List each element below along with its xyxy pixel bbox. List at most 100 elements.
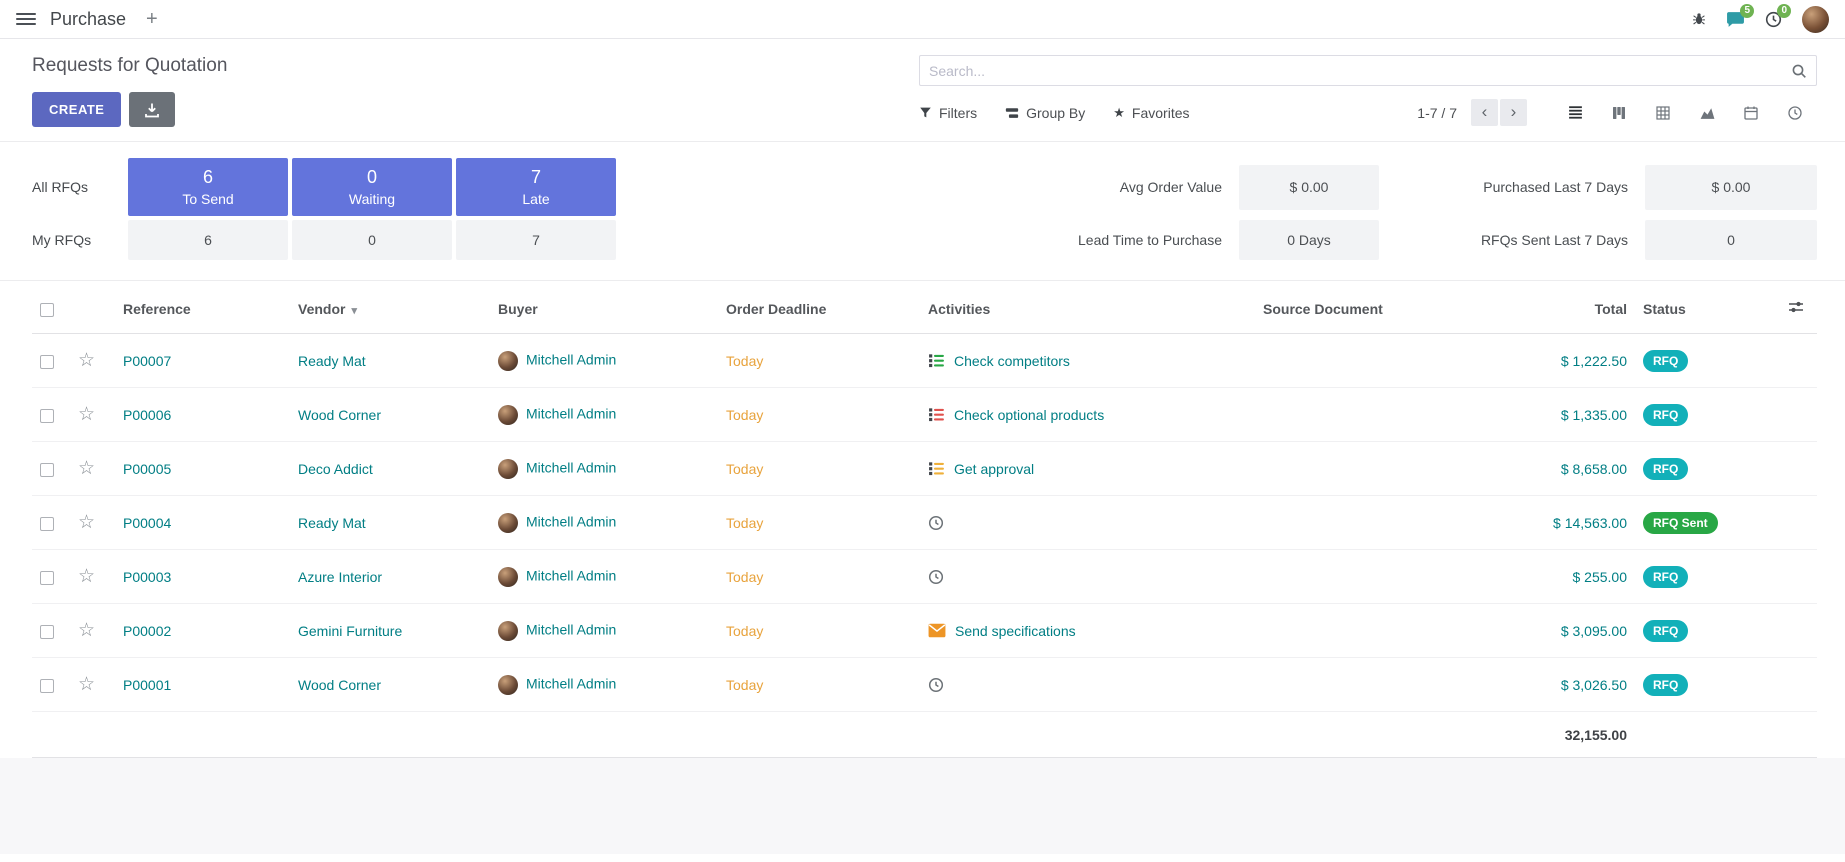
activity-label[interactable]: Check optional products [954, 407, 1104, 423]
buyer-name[interactable]: Mitchell Admin [526, 567, 616, 583]
buyer-name[interactable]: Mitchell Admin [526, 675, 616, 691]
list-view-button[interactable] [1553, 99, 1597, 126]
table-row[interactable]: ☆ P00004 Ready Mat Mitchell Admin Today … [32, 496, 1817, 550]
my-to-send-count[interactable]: 6 [128, 220, 288, 260]
table-row[interactable]: ☆ P00005 Deco Addict Mitchell Admin Toda… [32, 442, 1817, 496]
create-button[interactable]: CREATE [32, 92, 121, 127]
reference-link[interactable]: P00002 [123, 623, 171, 639]
search-input[interactable] [929, 63, 1791, 79]
late-label: Late [522, 191, 549, 207]
avg-order-value: $ 0.00 [1239, 165, 1379, 210]
favorites-button[interactable]: ★ Favorites [1113, 105, 1189, 121]
export-button[interactable] [129, 92, 175, 127]
messages-icon[interactable]: 5 [1726, 11, 1745, 28]
buyer-name[interactable]: Mitchell Admin [526, 513, 616, 529]
buyer-name[interactable]: Mitchell Admin [526, 621, 616, 637]
row-checkbox[interactable] [40, 355, 54, 369]
table-row[interactable]: ☆ P00001 Wood Corner Mitchell Admin Toda… [32, 658, 1817, 712]
buyer-name[interactable]: Mitchell Admin [526, 405, 616, 421]
reference-link[interactable]: P00005 [123, 461, 171, 477]
row-checkbox[interactable] [40, 463, 54, 477]
select-all-checkbox[interactable] [40, 303, 54, 317]
kanban-view-icon [1611, 105, 1627, 121]
row-checkbox[interactable] [40, 571, 54, 585]
header-buyer[interactable]: Buyer [490, 281, 718, 334]
group-by-button[interactable]: Group By [1005, 105, 1085, 121]
vendor-link[interactable]: Azure Interior [298, 569, 382, 585]
my-waiting-count[interactable]: 0 [292, 220, 452, 260]
filters-button[interactable]: Filters [919, 105, 977, 121]
pivot-view-button[interactable] [1641, 99, 1685, 126]
activity-mail-icon[interactable] [928, 623, 946, 638]
search-icon[interactable] [1791, 63, 1807, 79]
app-name-purchase[interactable]: Purchase [50, 9, 126, 30]
favorite-star-icon[interactable]: ☆ [78, 404, 95, 425]
buyer-name[interactable]: Mitchell Admin [526, 351, 616, 367]
vendor-link[interactable]: Deco Addict [298, 461, 373, 477]
activity-list-icon[interactable] [928, 352, 945, 369]
activity-clock-icon[interactable] [928, 569, 944, 585]
graph-view-button[interactable] [1685, 99, 1729, 126]
vendor-link[interactable]: Gemini Furniture [298, 623, 402, 639]
reference-link[interactable]: P00001 [123, 677, 171, 693]
table-row[interactable]: ☆ P00006 Wood Corner Mitchell Admin Toda… [32, 388, 1817, 442]
header-order-deadline[interactable]: Order Deadline [718, 281, 920, 334]
activity-list-icon[interactable] [928, 406, 945, 423]
row-checkbox[interactable] [40, 517, 54, 531]
vendor-link[interactable]: Wood Corner [298, 407, 381, 423]
activity-label[interactable]: Send specifications [955, 623, 1076, 639]
debug-bug-icon[interactable] [1692, 12, 1706, 26]
activity-clock-icon[interactable] [928, 677, 944, 693]
buyer-name[interactable]: Mitchell Admin [526, 459, 616, 475]
calendar-view-button[interactable] [1729, 99, 1773, 126]
activity-label[interactable]: Get approval [954, 461, 1034, 477]
favorite-star-icon[interactable]: ☆ [78, 458, 95, 479]
header-activities[interactable]: Activities [920, 281, 1255, 334]
late-card[interactable]: 7 Late [456, 158, 616, 216]
kanban-view-button[interactable] [1597, 99, 1641, 126]
activity-view-button[interactable] [1773, 99, 1817, 126]
apps-menu-icon[interactable] [16, 13, 36, 25]
activity-list-icon[interactable] [928, 460, 945, 477]
header-reference[interactable]: Reference [115, 281, 290, 334]
waiting-card[interactable]: 0 Waiting [292, 158, 452, 216]
optional-columns-button[interactable] [1780, 281, 1817, 334]
pager-buttons: ‹ › [1471, 99, 1527, 126]
header-vendor[interactable]: Vendor▾ [290, 281, 490, 334]
table-row[interactable]: ☆ P00002 Gemini Furniture Mitchell Admin… [32, 604, 1817, 658]
reference-link[interactable]: P00006 [123, 407, 171, 423]
table-row[interactable]: ☆ P00003 Azure Interior Mitchell Admin T… [32, 550, 1817, 604]
my-late-count[interactable]: 7 [456, 220, 616, 260]
vendor-link[interactable]: Ready Mat [298, 515, 366, 531]
reference-link[interactable]: P00007 [123, 353, 171, 369]
favorite-star-icon[interactable]: ☆ [78, 620, 95, 641]
buyer-avatar [498, 567, 518, 587]
vendor-link[interactable]: Ready Mat [298, 353, 366, 369]
reference-link[interactable]: P00004 [123, 515, 171, 531]
purchase-app-page: Purchase + 5 0 Requests for Quotation CR… [0, 0, 1845, 862]
favorite-star-icon[interactable]: ☆ [78, 512, 95, 533]
row-checkbox[interactable] [40, 679, 54, 693]
pager-next-button[interactable]: › [1500, 99, 1527, 126]
total-amount: $ 8,658.00 [1561, 461, 1627, 477]
vendor-link[interactable]: Wood Corner [298, 677, 381, 693]
activity-label[interactable]: Check competitors [954, 353, 1070, 369]
to-send-card[interactable]: 6 To Send [128, 158, 288, 216]
user-avatar[interactable] [1802, 6, 1829, 33]
header-status[interactable]: Status [1635, 281, 1780, 334]
row-checkbox[interactable] [40, 409, 54, 423]
activity-clock-icon[interactable] [928, 515, 944, 531]
control-panel-right: Filters Group By ★ Favorites 1-7 / 7 ‹ › [919, 55, 1817, 127]
header-total[interactable]: Total [1450, 281, 1635, 334]
favorite-star-icon[interactable]: ☆ [78, 674, 95, 695]
row-checkbox[interactable] [40, 625, 54, 639]
favorites-label: Favorites [1132, 105, 1190, 121]
favorite-star-icon[interactable]: ☆ [78, 566, 95, 587]
header-source-document[interactable]: Source Document [1255, 281, 1450, 334]
reference-link[interactable]: P00003 [123, 569, 171, 585]
table-row[interactable]: ☆ P00007 Ready Mat Mitchell Admin Today … [32, 334, 1817, 388]
pager-previous-button[interactable]: ‹ [1471, 99, 1498, 126]
plus-icon[interactable]: + [146, 8, 158, 31]
activities-clock-icon[interactable]: 0 [1765, 11, 1782, 28]
favorite-star-icon[interactable]: ☆ [78, 350, 95, 371]
